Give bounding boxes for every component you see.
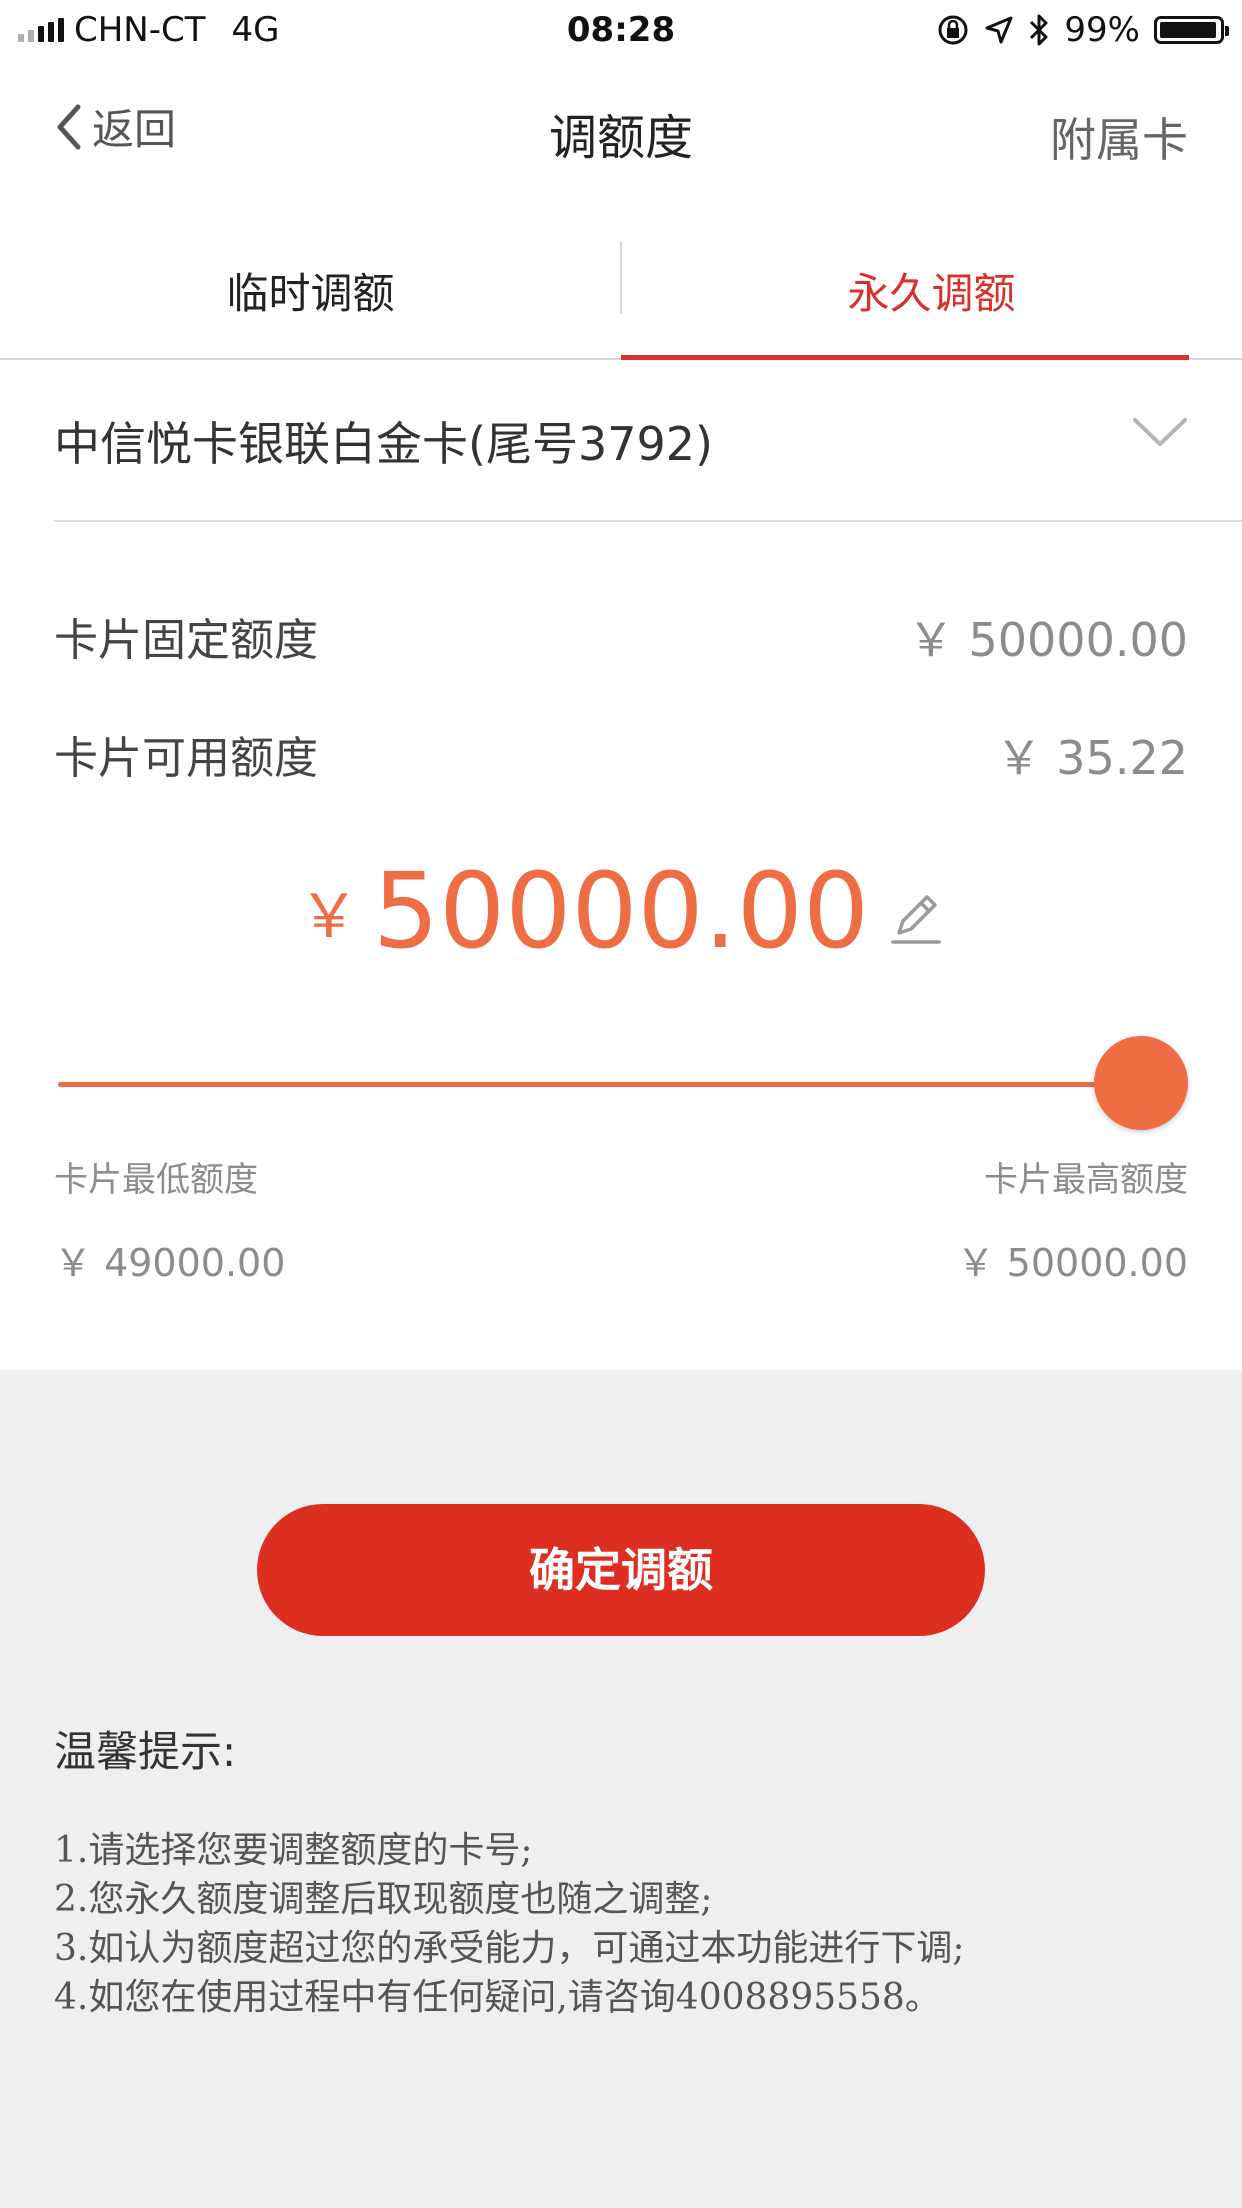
slider-track (58, 1082, 1148, 1087)
tips-list: 1.请选择您要调整额度的卡号; 2.您永久额度调整后取现额度也随之调整; 3.如… (54, 1826, 964, 2022)
min-limit-value: ￥ 49000.00 (54, 1241, 286, 1285)
status-right: 99% (936, 10, 1229, 50)
tip-item: 3.如认为额度超过您的承受能力，可通过本功能进行下调; (54, 1928, 965, 1969)
available-limit-value: ￥ 35.22 (995, 731, 1188, 785)
slider-handle[interactable] (1094, 1036, 1188, 1130)
battery-percent: 99% (1064, 10, 1140, 50)
tip-item: 4.如您在使用过程中有任何疑问,请咨询4008895558。 (54, 1977, 941, 2018)
confirm-adjust-button[interactable]: 确定调额 (257, 1504, 985, 1636)
battery-icon (1154, 16, 1229, 44)
amount-currency: ￥ (298, 882, 359, 952)
fixed-limit-label: 卡片固定额度 (54, 615, 318, 666)
tip-item: 2.您永久额度调整后取现额度也随之调整; (54, 1879, 713, 1920)
card-name: 中信悦卡银联白金卡(尾号3792) (54, 417, 713, 471)
min-limit-label: 卡片最低额度 (54, 1160, 258, 1200)
fixed-limit-row: 卡片固定额度 ￥ 50000.00 (54, 604, 1188, 667)
tip-item: 1.请选择您要调整额度的卡号; (54, 1830, 533, 1871)
fixed-limit-value: ￥ 50000.00 (907, 613, 1188, 667)
limit-slider[interactable] (58, 1036, 1188, 1132)
edit-amount-button[interactable] (889, 889, 943, 951)
pencil-icon (891, 895, 941, 944)
adjust-amount: ￥ 50000.00 (0, 850, 1242, 972)
location-icon (985, 16, 1013, 44)
amount-value: 50000.00 (372, 850, 870, 972)
available-limit-row: 卡片可用额度 ￥ 35.22 (54, 722, 1188, 785)
tips-title: 温馨提示: (54, 1727, 237, 1776)
supplementary-card-button[interactable]: 附属卡 (1050, 104, 1188, 170)
card-selector[interactable]: 中信悦卡银联白金卡(尾号3792) (54, 358, 1242, 522)
chevron-down-icon (1133, 418, 1187, 446)
rotation-lock-icon (938, 15, 968, 45)
max-limit-value: ￥ 50000.00 (956, 1241, 1188, 1285)
available-limit-label: 卡片可用额度 (54, 733, 318, 784)
nav-bar: 返回 调额度 附属卡 (0, 62, 1242, 192)
max-limit-label: 卡片最高额度 (984, 1160, 1188, 1200)
status-bar: CHN-CT 4G 08:28 99% (0, 0, 1242, 62)
tab-permanent-adjust[interactable]: 永久调额 (621, 230, 1242, 358)
tab-bar: 临时调额 永久调额 (0, 230, 1242, 360)
bluetooth-icon (1030, 14, 1048, 46)
tab-temporary-adjust[interactable]: 临时调额 (0, 230, 621, 358)
